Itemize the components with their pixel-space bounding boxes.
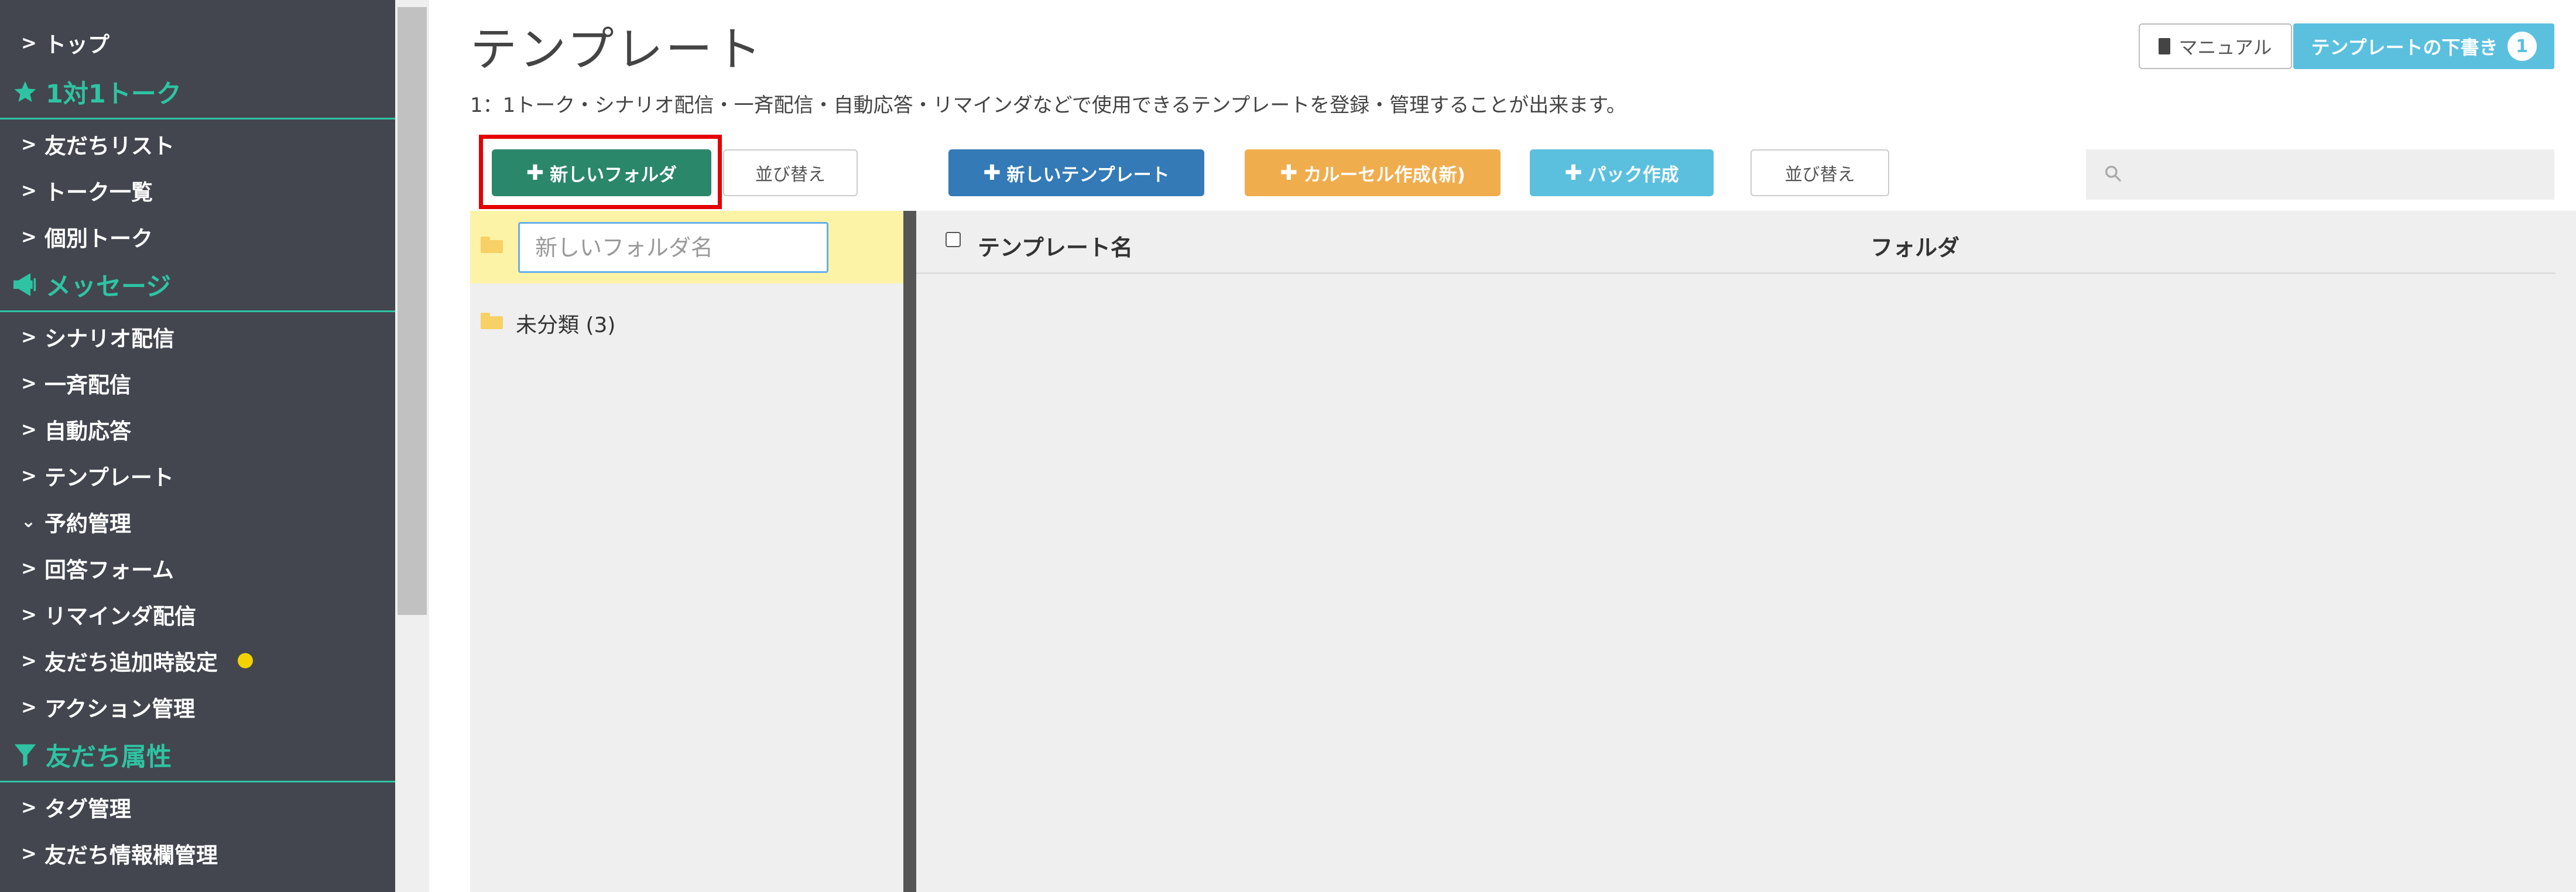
sidebar-item-friend-add-settings[interactable]: > 友だち追加時設定 — [0, 638, 395, 683]
star-icon — [9, 79, 41, 105]
search-input[interactable] — [2132, 151, 2541, 198]
create-pack-button[interactable]: ✚ パック作成 — [1530, 149, 1714, 196]
sidebar-section-label: 友だち属性 — [46, 742, 172, 772]
create-carousel-label: カルーセル作成(新) — [1303, 164, 1465, 186]
sidebar-item-label: リマインダ配信 — [44, 604, 196, 629]
sidebar-section-1on1-talk: 1対1トーク — [0, 66, 395, 119]
sidebar-item-label: 予約管理 — [44, 511, 131, 536]
sidebar-section-label: 1対1トーク — [46, 79, 181, 109]
template-drafts-button[interactable]: テンプレートの下書き 1 — [2293, 23, 2554, 69]
sidebar-item-top[interactable]: > トップ — [0, 20, 395, 66]
folder-sort-button[interactable]: 並び替え — [723, 149, 858, 196]
create-carousel-button[interactable]: ✚ カルーセル作成(新) — [1245, 149, 1501, 196]
plus-icon: ✚ — [526, 160, 544, 185]
column-header-folder: フォルダ — [1871, 235, 1960, 261]
notification-dot — [238, 653, 253, 668]
sidebar-item-action-management[interactable]: > アクション管理 — [0, 684, 395, 730]
panel-resize-handle[interactable] — [903, 211, 916, 892]
chevron-right-icon: > — [21, 650, 37, 672]
sidebar-section-label: メッセージ — [46, 272, 172, 302]
sidebar-item-auto-reply[interactable]: > 自動応答 — [0, 406, 395, 452]
page-title: テンプレート — [470, 22, 764, 77]
sidebar-item-label: 友だち追加時設定 — [44, 650, 218, 675]
sidebar-item-tag-management[interactable]: > タグ管理 — [0, 784, 395, 830]
chevron-right-icon: > — [21, 557, 37, 579]
sidebar-item-label: テンプレート — [44, 465, 174, 490]
new-folder-label: 新しいフォルダ — [550, 164, 677, 186]
sidebar-item-friend-info-fields[interactable]: > 友だち情報欄管理 — [0, 831, 395, 876]
folder-panel: 未分類 (3) — [470, 211, 903, 892]
new-template-button[interactable]: ✚ 新しいテンプレート — [948, 149, 1204, 196]
main-content: テンプレート 1：1トーク・シナリオ配信・一斉配信・自動応答・リマインダなどで使… — [429, 0, 2576, 892]
sidebar-item-label: 友だち情報欄管理 — [44, 843, 218, 868]
chevron-right-icon: > — [21, 842, 37, 864]
search-box[interactable] — [2086, 149, 2554, 200]
sidebar-item-label: 個別トーク — [44, 226, 153, 251]
chevron-right-icon: > — [21, 225, 37, 248]
chevron-right-icon: > — [21, 796, 37, 818]
chevron-right-icon: > — [21, 133, 37, 155]
select-all-checkbox[interactable] — [946, 232, 961, 247]
new-template-label: 新しいテンプレート — [1006, 164, 1170, 186]
new-folder-row — [470, 211, 903, 283]
plus-icon: ✚ — [1280, 160, 1298, 185]
manual-button-label: マニュアル — [2178, 36, 2272, 59]
sidebar-item-reminder[interactable]: > リマインダ配信 — [0, 592, 395, 637]
new-folder-name-input[interactable] — [518, 222, 828, 273]
sidebar-item-individual-talk[interactable]: > 個別トーク — [0, 214, 395, 259]
folder-sort-label: 並び替え — [755, 165, 825, 185]
filter-icon — [9, 742, 41, 768]
draft-count-badge: 1 — [2507, 32, 2537, 61]
sidebar-item-reservation[interactable]: ⌄ 予約管理 — [0, 499, 395, 545]
sidebar-item-broadcast[interactable]: > 一斉配信 — [0, 360, 395, 406]
new-folder-button[interactable]: ✚ 新しいフォルダ — [492, 149, 711, 196]
chevron-right-icon: > — [21, 464, 37, 487]
plus-icon: ✚ — [1564, 160, 1582, 185]
sidebar-item-label: 友だちリスト — [44, 134, 174, 159]
template-drafts-label: テンプレートの下書き — [2311, 36, 2498, 59]
template-table-header: テンプレート名 フォルダ — [916, 211, 2556, 274]
sidebar-item-label: アクション管理 — [44, 696, 196, 722]
megaphone-icon — [9, 272, 41, 296]
sidebar-scrollbar[interactable] — [395, 0, 429, 892]
sidebar-item-friend-list[interactable]: > 友だちリスト — [0, 121, 395, 167]
chevron-right-icon: > — [21, 696, 37, 718]
chevron-right-icon: > — [21, 326, 37, 348]
folder-icon — [481, 313, 503, 329]
search-icon — [2104, 164, 2122, 185]
folder-item-uncategorized[interactable]: 未分類 (3) — [470, 283, 903, 356]
chevron-right-icon: > — [21, 32, 37, 54]
page-description: 1：1トーク・シナリオ配信・一斉配信・自動応答・リマインダなどで使用できるテンプ… — [470, 94, 1626, 117]
sidebar: > トップ 1対1トーク > 友だちリスト > トーク一覧 > 個別トーク メッ… — [0, 0, 395, 892]
chevron-right-icon: > — [21, 372, 37, 394]
sidebar-item-label: タグ管理 — [44, 797, 131, 822]
chevron-right-icon: > — [21, 603, 37, 626]
sidebar-item-label: 回答フォーム — [44, 558, 174, 583]
plus-icon: ✚ — [983, 160, 1001, 185]
book-icon — [2159, 38, 2171, 54]
sidebar-item-talk-list[interactable]: > トーク一覧 — [0, 168, 395, 213]
template-list-panel: テンプレート名 フォルダ — [916, 211, 2576, 892]
create-pack-label: パック作成 — [1588, 164, 1679, 186]
template-sort-button[interactable]: 並び替え — [1751, 149, 1889, 196]
sidebar-section-message: メッセージ — [0, 258, 395, 312]
chevron-down-icon: ⌄ — [21, 511, 36, 532]
template-sort-label: 並び替え — [1784, 165, 1855, 185]
chevron-right-icon: > — [21, 179, 37, 201]
sidebar-item-label: トーク一覧 — [44, 180, 153, 205]
sidebar-item-answer-form[interactable]: > 回答フォーム — [0, 545, 395, 591]
sidebar-item-label: シナリオ配信 — [44, 326, 174, 351]
manual-button[interactable]: マニュアル — [2139, 23, 2292, 69]
sidebar-section-friend-attributes: 友だち属性 — [0, 729, 395, 782]
sidebar-item-label: トップ — [44, 32, 109, 57]
sidebar-item-scenario[interactable]: > シナリオ配信 — [0, 314, 395, 360]
scrollbar-thumb[interactable] — [398, 7, 427, 615]
folder-icon — [481, 237, 503, 253]
sidebar-item-label: 自動応答 — [44, 419, 131, 444]
chevron-right-icon: > — [21, 418, 37, 440]
column-header-template-name: テンプレート名 — [978, 235, 1133, 261]
sidebar-item-template[interactable]: > テンプレート — [0, 453, 395, 498]
folder-item-label: 未分類 (3) — [516, 313, 616, 337]
sidebar-item-label: 一斉配信 — [44, 372, 131, 398]
